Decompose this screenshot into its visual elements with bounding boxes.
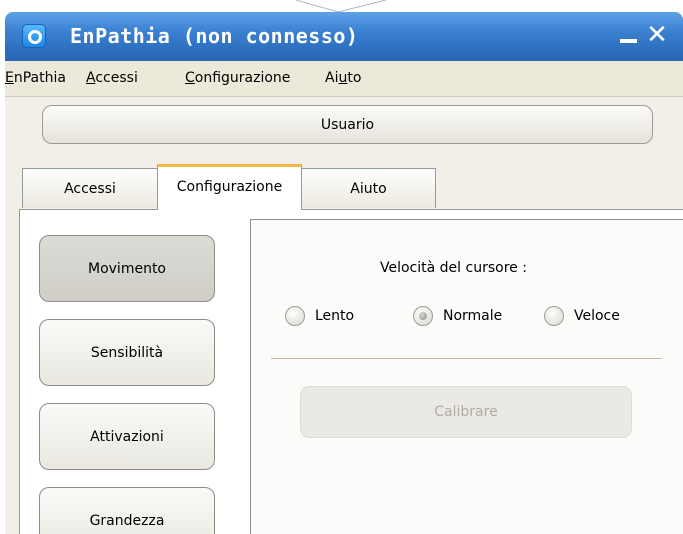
- cursor-speed-label: Velocità del cursore :: [380, 260, 527, 276]
- radio-circle-icon[interactable]: [544, 306, 564, 326]
- radio-lento[interactable]: Lento: [285, 306, 354, 326]
- app-window: EnPathia (non connesso) ✕ EnPathia Acces…: [0, 0, 683, 534]
- user-button[interactable]: Usuario: [42, 105, 653, 144]
- radio-checked-icon[interactable]: [413, 306, 433, 326]
- divider: [271, 358, 662, 359]
- radio-label: Lento: [315, 308, 355, 324]
- close-icon[interactable]: ✕: [644, 20, 670, 50]
- attivazioni-button[interactable]: Attivazioni: [39, 403, 215, 470]
- radio-label: Normale: [443, 308, 503, 324]
- app-logo-icon: [22, 24, 46, 48]
- menu-aiuto[interactable]: Aiuto: [325, 70, 361, 86]
- calibrate-button[interactable]: Calibrare: [300, 386, 632, 438]
- movimento-button[interactable]: Movimento: [39, 235, 215, 302]
- grandezza-button[interactable]: Grandezza: [39, 487, 215, 534]
- radio-circle-icon[interactable]: [285, 306, 305, 326]
- menu-accessi[interactable]: Accessi: [86, 70, 138, 86]
- tab-aiuto[interactable]: Aiuto: [301, 168, 436, 208]
- sensibilita-button[interactable]: Sensibilità: [39, 319, 215, 386]
- radio-normale[interactable]: Normale: [413, 306, 502, 326]
- tab-accessi[interactable]: Accessi: [22, 168, 158, 208]
- radio-veloce[interactable]: Veloce: [544, 306, 620, 326]
- background-line: [296, 0, 386, 12]
- window-title: EnPathia (non connesso): [70, 24, 359, 48]
- minimize-icon[interactable]: [620, 39, 637, 43]
- tab-configurazione[interactable]: Configurazione: [157, 164, 302, 210]
- menu-enpathia[interactable]: EnPathia: [5, 70, 66, 86]
- radio-label: Veloce: [574, 308, 620, 324]
- menu-configurazione[interactable]: Configurazione: [185, 70, 290, 86]
